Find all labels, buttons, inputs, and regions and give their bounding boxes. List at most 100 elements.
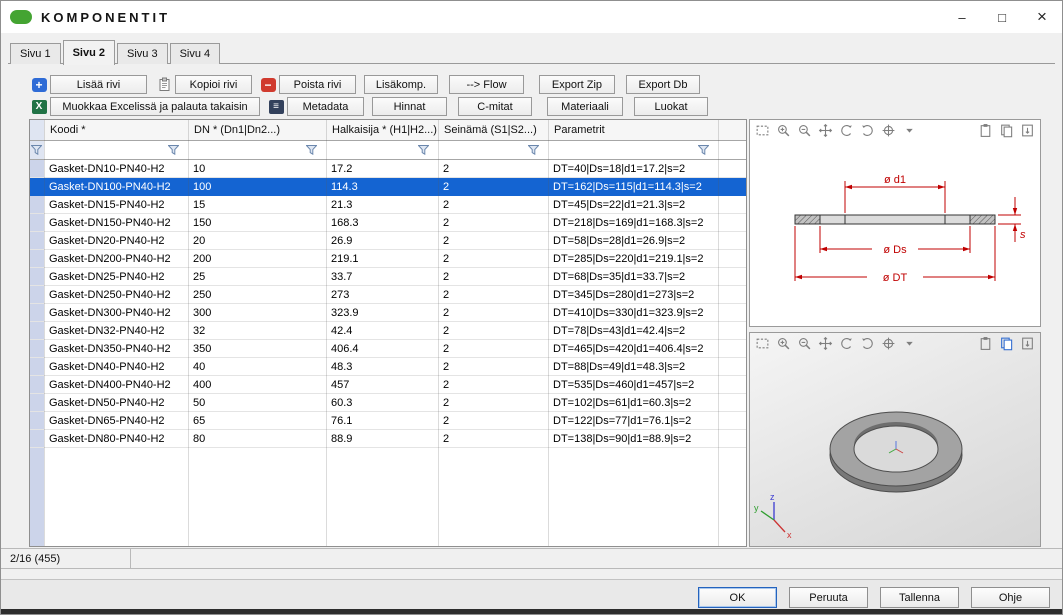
filter-cell-2[interactable] xyxy=(326,141,438,159)
dropdown-icon[interactable] xyxy=(902,336,917,351)
row-selector-header[interactable] xyxy=(30,120,44,140)
classes-button[interactable]: Luokat xyxy=(634,97,708,116)
close-button[interactable]: × xyxy=(1022,1,1062,33)
delete-row-icon[interactable]: − xyxy=(258,76,278,94)
rotate-cw-icon[interactable] xyxy=(860,336,875,351)
ok-button[interactable]: OK xyxy=(698,587,777,608)
column-header-koodi[interactable]: Koodi * xyxy=(44,120,188,140)
filter-cell-4[interactable] xyxy=(548,141,718,159)
row-selector[interactable] xyxy=(30,340,44,357)
select-region-icon[interactable] xyxy=(755,336,770,351)
flow-button[interactable]: --> Flow xyxy=(449,75,524,94)
row-selector[interactable] xyxy=(30,322,44,339)
row-selector[interactable] xyxy=(30,358,44,375)
minimize-button[interactable]: – xyxy=(942,1,982,33)
excel-icon[interactable]: X xyxy=(29,98,49,116)
filter-cell-selector[interactable] xyxy=(30,141,44,159)
table-row[interactable]: Gasket-DN300-PN40-H2300323.92DT=410|Ds=3… xyxy=(30,304,746,322)
help-button[interactable]: Ohje xyxy=(971,587,1050,608)
export-db-button[interactable]: Export Db xyxy=(626,75,700,94)
zoom-out-icon[interactable] xyxy=(797,123,812,138)
table-row[interactable]: Gasket-DN20-PN40-H22026.92DT=58|Ds=28|d1… xyxy=(30,232,746,250)
column-header-sein-m[interactable]: Seinämä (S1|S2...) xyxy=(438,120,548,140)
row-selector[interactable] xyxy=(30,232,44,249)
center-view-icon[interactable] xyxy=(881,123,896,138)
table-row[interactable]: Gasket-DN80-PN40-H28088.92DT=138|Ds=90|d… xyxy=(30,430,746,448)
cancel-button[interactable]: Peruuta xyxy=(789,587,868,608)
export-view-icon[interactable] xyxy=(1020,123,1035,138)
maximize-button[interactable]: □ xyxy=(982,1,1022,33)
row-selector[interactable] xyxy=(30,268,44,285)
tab-sivu-4[interactable]: Sivu 4 xyxy=(170,43,221,64)
row-selector[interactable] xyxy=(30,304,44,321)
edit-in-excel-button[interactable]: Muokkaa Excelissä ja palauta takaisin xyxy=(50,97,260,116)
select-region-icon[interactable] xyxy=(755,123,770,138)
table-row[interactable]: Gasket-DN15-PN40-H21521.32DT=45|Ds=22|d1… xyxy=(30,196,746,214)
table-row[interactable]: Gasket-DN250-PN40-H22502732DT=345|Ds=280… xyxy=(30,286,746,304)
center-view-icon[interactable] xyxy=(881,336,896,351)
table-row[interactable]: Gasket-DN40-PN40-H24048.32DT=88|Ds=49|d1… xyxy=(30,358,746,376)
app-logo-icon xyxy=(10,10,32,24)
zoom-in-icon[interactable] xyxy=(776,336,791,351)
pan-icon[interactable] xyxy=(818,336,833,351)
table-row[interactable]: Gasket-DN50-PN40-H25060.32DT=102|Ds=61|d… xyxy=(30,394,746,412)
extra-components-button[interactable]: Lisäkomp. xyxy=(364,75,438,94)
table-row[interactable]: Gasket-DN150-PN40-H2150168.32DT=218|Ds=1… xyxy=(30,214,746,232)
rotate-cw-icon[interactable] xyxy=(860,123,875,138)
metadata-button[interactable]: Metadata xyxy=(287,97,364,116)
row-selector[interactable] xyxy=(30,376,44,393)
copy-row-button[interactable]: Kopioi rivi xyxy=(175,75,252,94)
table-row[interactable]: Gasket-DN10-PN40-H21017.22DT=40|Ds=18|d1… xyxy=(30,160,746,178)
tab-sivu-1[interactable]: Sivu 1 xyxy=(10,43,61,64)
table-row[interactable]: Gasket-DN400-PN40-H24004572DT=535|Ds=460… xyxy=(30,376,746,394)
rotate-ccw-icon[interactable] xyxy=(839,336,854,351)
column-header-halkaisija[interactable]: Halkaisija * (H1|H2...) xyxy=(326,120,438,140)
table-row[interactable]: Gasket-DN350-PN40-H2350406.42DT=465|Ds=4… xyxy=(30,340,746,358)
dropdown-icon[interactable] xyxy=(902,123,917,138)
save-button[interactable]: Tallenna xyxy=(880,587,959,608)
row-selector[interactable] xyxy=(30,160,44,177)
data-grid: Koodi *DN * (Dn1|Dn2...)Halkaisija * (H1… xyxy=(30,120,746,546)
column-header-dn[interactable]: DN * (Dn1|Dn2...) xyxy=(188,120,326,140)
zoom-in-icon[interactable] xyxy=(776,123,791,138)
gasket-3d-view[interactable]: z y x xyxy=(750,354,1040,539)
row-selector[interactable] xyxy=(30,196,44,213)
window-controls: – □ × xyxy=(942,1,1062,33)
material-button[interactable]: Materiaali xyxy=(547,97,623,116)
table-row[interactable]: Gasket-DN32-PN40-H23242.42DT=78|Ds=43|d1… xyxy=(30,322,746,340)
table-row[interactable]: Gasket-DN200-PN40-H2200219.12DT=285|Ds=2… xyxy=(30,250,746,268)
export-view-icon[interactable] xyxy=(1020,336,1035,351)
copy-view-icon[interactable] xyxy=(999,336,1014,351)
filter-cell-3[interactable] xyxy=(438,141,548,159)
c-dimensions-button[interactable]: C-mitat xyxy=(458,97,532,116)
paste-view-icon[interactable] xyxy=(978,123,993,138)
row-selector[interactable] xyxy=(30,286,44,303)
cell: 168.3 xyxy=(326,214,438,231)
add-row-button[interactable]: Lisää rivi xyxy=(50,75,147,94)
copy-view-icon[interactable] xyxy=(999,123,1014,138)
delete-row-button[interactable]: Poista rivi xyxy=(279,75,356,94)
pan-icon[interactable] xyxy=(818,123,833,138)
copy-clipboard-icon[interactable] xyxy=(154,76,174,94)
zoom-out-icon[interactable] xyxy=(797,336,812,351)
tab-sivu-2[interactable]: Sivu 2 xyxy=(63,40,115,65)
row-selector[interactable] xyxy=(30,430,44,447)
row-selector[interactable] xyxy=(30,412,44,429)
paste-view-icon[interactable] xyxy=(978,336,993,351)
table-row[interactable]: Gasket-DN100-PN40-H2100114.32DT=162|Ds=1… xyxy=(30,178,746,196)
export-zip-button[interactable]: Export Zip xyxy=(539,75,615,94)
filter-cell-0[interactable] xyxy=(44,141,188,159)
metadata-app-icon[interactable]: ≡ xyxy=(266,98,286,116)
table-row[interactable]: Gasket-DN25-PN40-H22533.72DT=68|Ds=35|d1… xyxy=(30,268,746,286)
filter-cell-1[interactable] xyxy=(188,141,326,159)
row-selector[interactable] xyxy=(30,250,44,267)
rotate-ccw-icon[interactable] xyxy=(839,123,854,138)
row-selector[interactable] xyxy=(30,214,44,231)
tab-sivu-3[interactable]: Sivu 3 xyxy=(117,43,168,64)
row-selector[interactable] xyxy=(30,394,44,411)
row-selector[interactable] xyxy=(30,178,44,195)
column-header-parametrit[interactable]: Parametrit xyxy=(548,120,718,140)
table-row[interactable]: Gasket-DN65-PN40-H26576.12DT=122|Ds=77|d… xyxy=(30,412,746,430)
add-row-icon[interactable]: + xyxy=(29,76,49,94)
prices-button[interactable]: Hinnat xyxy=(372,97,447,116)
